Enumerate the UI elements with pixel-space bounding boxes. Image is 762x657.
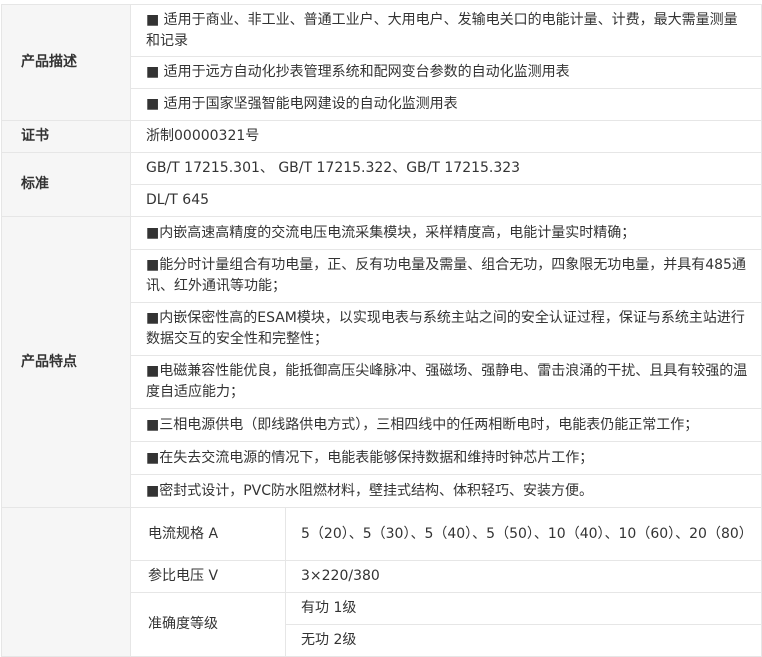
table-row: 电流规格 A 5（20）、5（30）、5（40）、5（50）、10（40）、10…: [1, 507, 762, 657]
accuracy-spec-label: 准确度等级: [130, 592, 286, 657]
description-label: 产品描述: [1, 4, 131, 121]
standard-item: DL/T 645: [130, 184, 762, 217]
feature-item: ■电磁兼容性能优良，能抵御高压尖峰脉冲、强磁场、强静电、雷击浪涌的干扰、且具有较…: [130, 355, 762, 409]
spec-group-label: [1, 507, 131, 657]
current-spec-value: 5（20）、5（30）、5（40）、5（50）、10（40）、10（60）、20…: [285, 507, 762, 561]
feature-item: ■内嵌高速高精度的交流电压电流采集模块，采样精度高，电能计量实时精确；: [130, 216, 762, 250]
description-item: ■ 适用于国家坚强智能电网建设的自动化监测用表: [130, 88, 762, 121]
voltage-spec-label: 参比电压 V: [130, 560, 286, 593]
certificate-value: 浙制00000321号: [130, 120, 762, 153]
feature-item: ■三相电源供电（即线路供电方式），三相四线中的任两相断电时，电能表仍能正常工作；: [130, 408, 762, 442]
voltage-spec-value: 3×220/380: [285, 560, 762, 593]
product-spec-table: 产品描述 ■ 适用于商业、非工业、普通工业户、大用电户、发输电关口的电能计量、计…: [1, 4, 762, 657]
accuracy-spec-value: 有功 1级: [285, 592, 762, 625]
features-label: 产品特点: [1, 216, 131, 508]
accuracy-spec-value: 无功 2级: [285, 624, 762, 657]
table-row: 产品特点 ■内嵌高速高精度的交流电压电流采集模块，采样精度高，电能计量实时精确；: [1, 216, 762, 508]
feature-item: ■内嵌保密性高的ESAM模块，以实现电表与系统主站之间的安全认证过程，保证与系统…: [130, 302, 762, 356]
standard-item: GB/T 17215.301、 GB/T 17215.322、GB/T 1721…: [130, 152, 762, 185]
certificate-label: 证书: [1, 120, 131, 153]
feature-item: ■能分时计量组合有功电量，正、反有功电量及需量、组合无功，四象限无功电量，并具有…: [130, 249, 762, 303]
standard-label: 标准: [1, 152, 131, 217]
table-row: 证书 浙制00000321号: [1, 120, 762, 153]
current-spec-label: 电流规格 A: [130, 507, 286, 561]
table-row: 产品描述 ■ 适用于商业、非工业、普通工业户、大用电户、发输电关口的电能计量、计…: [1, 4, 762, 121]
table-row: 标准 GB/T 17215.301、 GB/T 17215.322、GB/T 1…: [1, 152, 762, 217]
description-item: ■ 适用于远方自动化抄表管理系统和配网变台参数的自动化监测用表: [130, 56, 762, 89]
feature-item: ■在失去交流电源的情况下，电能表能够保持数据和维持时钟芯片工作；: [130, 441, 762, 475]
feature-item: ■密封式设计，PVC防水阻燃材料，壁挂式结构、体积轻巧、安装方便。: [130, 474, 762, 508]
description-item: ■ 适用于商业、非工业、普通工业户、大用电户、发输电关口的电能计量、计费，最大需…: [130, 4, 762, 57]
